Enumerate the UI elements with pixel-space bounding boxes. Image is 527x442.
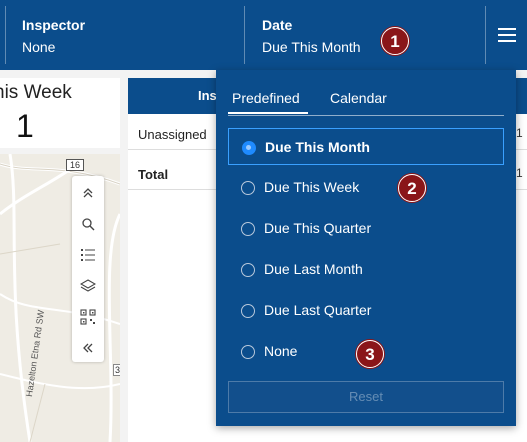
layers-icon[interactable] [72, 271, 104, 301]
inspector-label: Inspector [22, 17, 86, 33]
radio-icon [241, 181, 255, 195]
dashboard-header: Inspector None Date Due This Month [0, 0, 527, 70]
indicator-title: his Week [0, 82, 72, 103]
map-view[interactable]: 16 3 [0, 154, 120, 442]
indicator-card: his Week 1 [0, 78, 120, 148]
row-label: Total [138, 167, 169, 182]
row-label: Unassigned [138, 127, 207, 142]
header-divider [5, 6, 6, 64]
option-label: Due This Week [264, 179, 360, 195]
route-shield: 16 [66, 159, 84, 171]
chevrons-up-icon[interactable] [72, 178, 104, 208]
map-toolbar [72, 176, 104, 362]
option-label: Due Last Quarter [264, 302, 372, 318]
reset-button[interactable]: Reset [228, 381, 504, 413]
column-header[interactable]: Ins [198, 88, 217, 103]
header-divider [244, 6, 245, 64]
option-due-last-month[interactable]: Due Last Month [228, 251, 504, 288]
search-icon[interactable] [72, 209, 104, 239]
radio-icon [241, 263, 255, 277]
row-value: 1 [516, 126, 523, 140]
date-value: Due This Month [262, 39, 361, 55]
list-icon[interactable] [72, 240, 104, 270]
option-due-this-month[interactable]: Due This Month [228, 128, 504, 165]
row-value: 1 [516, 166, 523, 180]
option-label: None [264, 343, 298, 359]
radio-selected-icon [242, 141, 256, 155]
option-due-this-week[interactable]: Due This Week [228, 169, 504, 206]
map-label: 3 [113, 364, 120, 376]
inspector-value: None [22, 39, 56, 55]
active-tab-indicator [228, 112, 308, 114]
tab-calendar[interactable]: Calendar [330, 90, 387, 106]
date-filter-dropdown: Predefined Calendar Due This Month Due T… [216, 70, 516, 426]
chevrons-left-icon[interactable] [72, 333, 104, 363]
date-label: Date [262, 17, 293, 33]
qr-code-icon[interactable] [72, 302, 104, 332]
option-due-last-quarter[interactable]: Due Last Quarter [228, 292, 504, 329]
callout-badge: 1 [381, 27, 409, 55]
indicator-value: 1 [16, 108, 34, 144]
option-due-this-quarter[interactable]: Due This Quarter [228, 210, 504, 247]
option-label: Due Last Month [264, 261, 363, 277]
callout-badge: 2 [398, 174, 426, 202]
hamburger-menu-icon[interactable] [496, 24, 518, 46]
tab-divider [228, 115, 504, 116]
radio-icon [241, 345, 255, 359]
callout-badge: 3 [356, 340, 384, 368]
tab-predefined[interactable]: Predefined [232, 90, 300, 106]
option-label: Due This Quarter [264, 220, 372, 236]
header-divider [485, 6, 486, 64]
radio-icon [241, 222, 255, 236]
radio-icon [241, 304, 255, 318]
option-label: Due This Month [265, 139, 370, 155]
